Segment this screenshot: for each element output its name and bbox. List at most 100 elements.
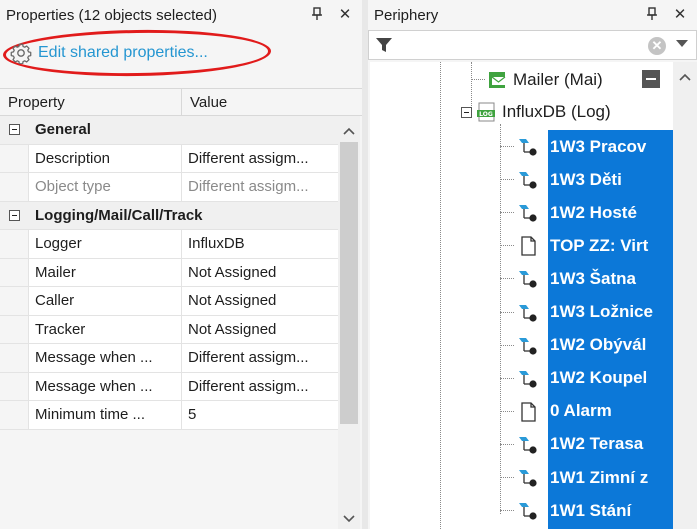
property-row[interactable]: Object type Different assigm... — [0, 173, 338, 202]
close-icon[interactable]: ✕ — [338, 4, 352, 24]
sensor-icon — [516, 136, 540, 158]
tree-node-label: 1W3 Pracov — [550, 136, 647, 156]
category-row[interactable]: General — [0, 116, 338, 145]
tree-node-item[interactable]: 1W1 Zimní z — [548, 461, 648, 494]
sensor-icon — [516, 335, 540, 357]
filter-icon[interactable] — [375, 36, 393, 54]
property-value[interactable]: 5 — [182, 401, 338, 429]
tree-node-item[interactable]: 0 Alarm — [548, 395, 612, 428]
edit-shared-properties-link[interactable]: Edit shared properties... — [10, 42, 208, 64]
tree-node-label: 0 Alarm — [550, 401, 612, 421]
tree-node-item[interactable]: TOP ZZ: Virt — [548, 229, 648, 262]
tree-node-label: 1W2 Koupel — [550, 368, 648, 388]
tree-node-item[interactable]: 1W2 Obývál — [548, 329, 646, 362]
tree-node-label: 1W1 Zimní z — [550, 467, 649, 487]
tree-node-item[interactable]: 1W2 Terasa — [548, 428, 643, 461]
pin-icon[interactable] — [645, 4, 659, 24]
document-icon — [516, 235, 540, 257]
close-icon[interactable]: ✕ — [673, 4, 687, 24]
property-value[interactable]: Different assigm... — [182, 145, 338, 173]
svg-text:LOG: LOG — [479, 111, 493, 118]
scroll-down-icon[interactable] — [338, 508, 360, 529]
tree-node-item[interactable]: 1W3 Ložnice — [548, 296, 653, 329]
tree-node-label: 1W2 Terasa — [550, 434, 644, 454]
tree-node-label: Mailer (Mai) — [513, 70, 603, 89]
property-name: Object type — [29, 173, 182, 201]
property-row[interactable]: Caller Not Assigned — [0, 287, 338, 316]
property-value[interactable]: Not Assigned — [182, 316, 338, 344]
category-row[interactable]: Logging/Mail/Call/Track — [0, 201, 338, 230]
mailer-icon — [489, 72, 506, 88]
filter-bar[interactable]: ✕ — [368, 30, 697, 60]
property-value: Different assigm... — [188, 178, 309, 196]
periphery-title-text: Periphery — [374, 6, 439, 24]
property-name: Tracker — [29, 315, 182, 343]
properties-title: Properties (12 objects selected) — [0, 0, 362, 30]
properties-panel: Properties (12 objects selected) ✕ Edit … — [0, 0, 362, 529]
property-name: Logger — [29, 230, 182, 258]
periphery-panel: Periphery ✕ ✕ Mailer (Mai) LOG InfluxDB … — [368, 0, 697, 529]
periphery-tree: Mailer (Mai) LOG InfluxDB (Log) 1W3 Prac… — [370, 62, 673, 529]
tree-node-label: TOP ZZ: Virt — [550, 235, 649, 255]
document-icon — [516, 401, 540, 423]
sensor-icon — [516, 302, 540, 324]
property-value[interactable]: Different assigm... — [182, 373, 338, 401]
collapse-icon[interactable] — [461, 106, 472, 118]
property-name: Minimum time ... — [29, 401, 182, 429]
tree-node-item[interactable]: 1W3 Pracov — [548, 130, 646, 163]
property-row[interactable]: Description Different assigm... — [0, 144, 338, 173]
properties-scrollbar[interactable] — [338, 116, 360, 529]
property-row[interactable]: Minimum time ... 5 — [0, 401, 338, 430]
scroll-up-icon[interactable] — [673, 66, 697, 88]
chevron-down-icon[interactable] — [676, 40, 688, 47]
tree-node-item[interactable]: 1W2 Hosté — [548, 196, 637, 229]
collapse-icon[interactable] — [9, 209, 20, 221]
tree-node-label: 1W1 Stání — [550, 500, 632, 520]
property-row[interactable]: Logger InfluxDB — [0, 230, 338, 259]
property-value[interactable]: Not Assigned — [182, 259, 338, 287]
category-label: General — [35, 121, 91, 139]
edit-shared-label[interactable]: Edit shared properties... — [38, 44, 208, 62]
property-row[interactable]: Tracker Not Assigned — [0, 315, 338, 344]
property-row[interactable]: Message when ... Different assigm... — [0, 344, 338, 373]
tree-node-label: 1W3 Děti — [550, 169, 622, 189]
scroll-up-icon[interactable] — [338, 120, 360, 142]
property-column-header[interactable]: Property — [0, 89, 182, 115]
sensor-icon — [516, 434, 540, 456]
tree-node-mailer[interactable]: Mailer (Mai) — [487, 66, 603, 94]
tree-node-item[interactable]: 1W2 Koupel — [548, 362, 647, 395]
tree-node-label: 1W2 Hosté — [550, 202, 637, 222]
property-name: Message when ... — [29, 344, 182, 372]
tree-node-label: 1W3 Šatna — [550, 268, 636, 288]
value-column-header[interactable]: Value — [182, 89, 362, 115]
pin-icon[interactable] — [310, 4, 324, 24]
collapse-icon[interactable] — [9, 124, 20, 136]
sensor-icon — [516, 500, 540, 522]
tree-node-item[interactable]: 1W3 Děti — [548, 163, 622, 196]
gear-icon — [10, 43, 32, 64]
properties-title-text: Properties (12 objects selected) — [6, 6, 217, 24]
clear-filter-icon[interactable]: ✕ — [648, 37, 666, 55]
tree-node-item[interactable]: 1W1 Stání — [548, 494, 631, 527]
property-row[interactable]: Mailer Not Assigned — [0, 258, 338, 287]
collapse-all-icon[interactable] — [642, 70, 660, 88]
property-value[interactable]: Not Assigned — [182, 287, 338, 315]
property-row[interactable]: Message when ... Different assigm... — [0, 372, 338, 401]
filter-input[interactable] — [397, 34, 617, 56]
periphery-scrollbar[interactable] — [673, 62, 697, 529]
property-name: Message when ... — [29, 372, 182, 400]
scrollbar-thumb[interactable] — [340, 142, 358, 424]
tree-node-label: 1W3 Ložnice — [550, 302, 653, 321]
sensor-icon — [516, 467, 540, 489]
sensor-icon — [516, 368, 540, 390]
property-value[interactable]: Different assigm... — [182, 344, 338, 372]
property-value[interactable]: InfluxDB — [182, 230, 338, 258]
tree-node-item[interactable]: 1W3 Šatna — [548, 262, 636, 295]
property-name: Caller — [29, 287, 182, 315]
logger-icon: LOG — [477, 102, 495, 122]
sensor-icon — [516, 202, 540, 224]
tree-node-label: InfluxDB (Log) — [502, 102, 611, 121]
category-label: Logging/Mail/Call/Track — [35, 206, 203, 224]
tree-node-influxdb[interactable]: LOG InfluxDB (Log) — [461, 98, 611, 126]
property-name: Mailer — [29, 258, 182, 286]
